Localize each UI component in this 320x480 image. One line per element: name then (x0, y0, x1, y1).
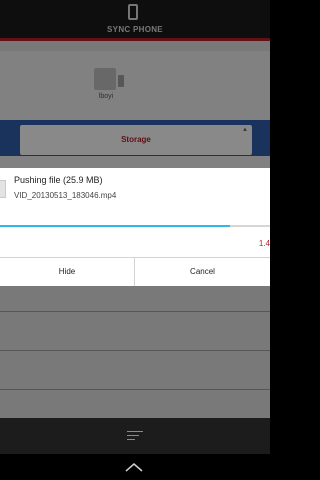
transfer-speed: 1.4 (258, 239, 270, 248)
file-name: VID_20130513_183046.mp4 (14, 191, 117, 200)
menu-icon[interactable] (127, 431, 143, 443)
progress-fill (0, 225, 230, 227)
dialog-buttons: Hide Cancel (0, 257, 270, 286)
dialog-title: Pushing file (25.9 MB) (14, 175, 103, 185)
chevron-up-icon[interactable] (125, 462, 143, 472)
hide-button[interactable]: Hide (0, 258, 134, 286)
file-icon (0, 180, 6, 198)
cancel-button[interactable]: Cancel (135, 258, 270, 286)
transfer-dialog: Pushing file (25.9 MB) VID_20130513_1830… (0, 168, 270, 286)
progress-bar (0, 225, 270, 227)
